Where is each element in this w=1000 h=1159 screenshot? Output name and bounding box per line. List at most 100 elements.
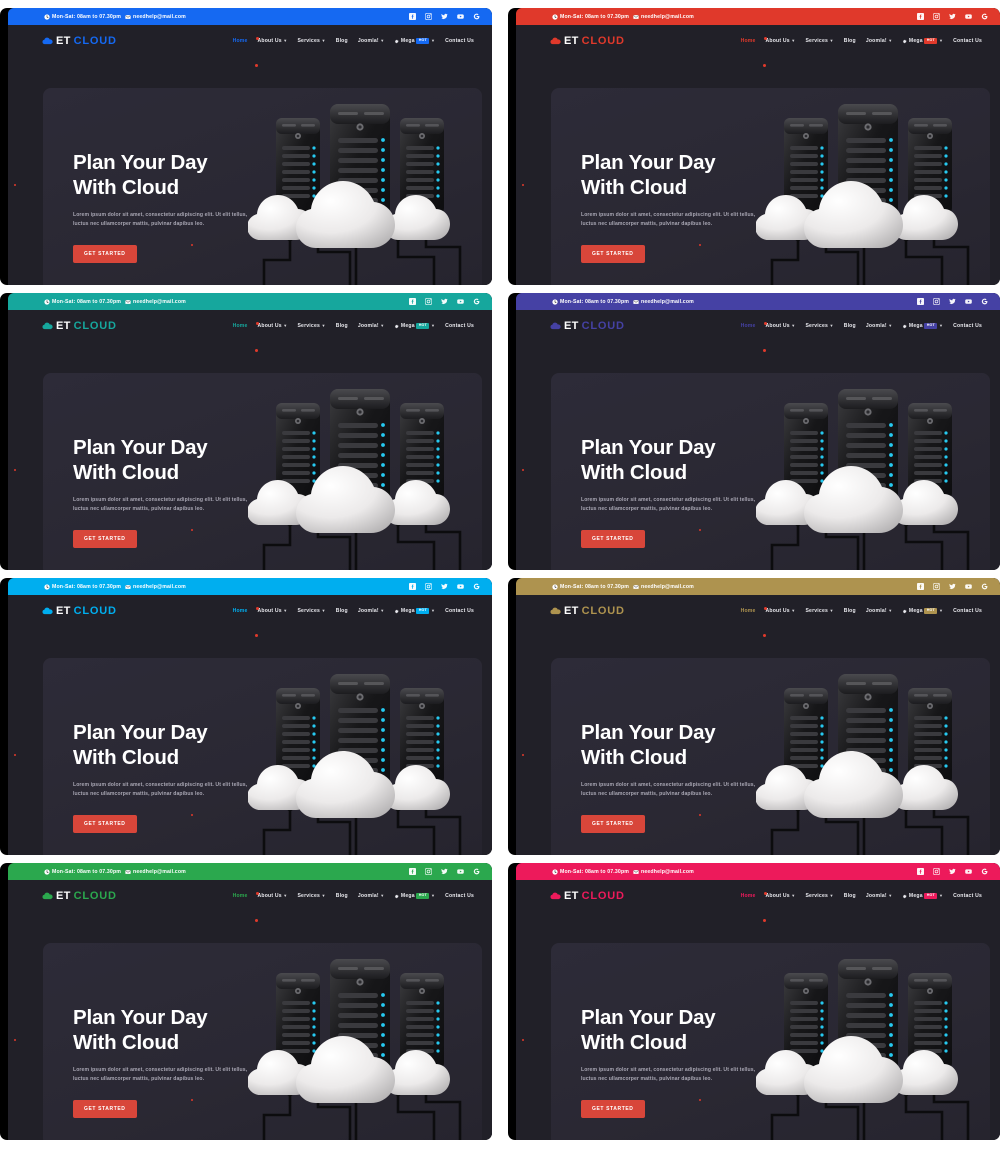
- youtube-icon[interactable]: [965, 583, 972, 590]
- nav-item-services[interactable]: Services ▼: [805, 608, 833, 614]
- google-icon[interactable]: [473, 298, 480, 305]
- contact-email[interactable]: needhelp@mail.com: [125, 584, 186, 590]
- twitter-icon[interactable]: [949, 298, 956, 305]
- google-icon[interactable]: [981, 868, 988, 875]
- get-started-button[interactable]: GET STARTED: [581, 244, 645, 263]
- nav-item-blog[interactable]: Blog: [844, 38, 856, 44]
- google-icon[interactable]: [981, 583, 988, 590]
- nav-item-joomla[interactable]: Joomla! ▼: [358, 893, 385, 899]
- contact-email[interactable]: needhelp@mail.com: [125, 14, 186, 20]
- nav-item-services[interactable]: Services ▼: [805, 38, 833, 44]
- youtube-icon[interactable]: [457, 298, 464, 305]
- instagram-icon[interactable]: [933, 298, 940, 305]
- nav-item-home[interactable]: Home: [233, 323, 248, 329]
- nav-item-services[interactable]: Services ▼: [297, 38, 325, 44]
- nav-item-services[interactable]: Services ▼: [805, 893, 833, 899]
- nav-item-contact-us[interactable]: Contact Us: [445, 893, 474, 899]
- google-icon[interactable]: [473, 13, 480, 20]
- nav-item-contact-us[interactable]: Contact Us: [953, 323, 982, 329]
- theme-preview-panel-pink[interactable]: Mon-Sat: 08am to 07.30pm needhelp@mail.c…: [508, 863, 1000, 1140]
- site-logo[interactable]: ET CLOUD: [550, 320, 625, 332]
- twitter-icon[interactable]: [949, 868, 956, 875]
- nav-item-joomla[interactable]: Joomla! ▼: [358, 323, 385, 329]
- facebook-icon[interactable]: [409, 298, 416, 305]
- nav-item-about-us[interactable]: About Us ▼: [766, 38, 796, 44]
- twitter-icon[interactable]: [441, 868, 448, 875]
- google-icon[interactable]: [473, 868, 480, 875]
- youtube-icon[interactable]: [965, 298, 972, 305]
- nav-item-contact-us[interactable]: Contact Us: [445, 323, 474, 329]
- instagram-icon[interactable]: [933, 13, 940, 20]
- nav-item-contact-us[interactable]: Contact Us: [445, 38, 474, 44]
- site-logo[interactable]: ET CLOUD: [550, 605, 625, 617]
- nav-item-services[interactable]: Services ▼: [805, 323, 833, 329]
- nav-item-services[interactable]: Services ▼: [297, 323, 325, 329]
- instagram-icon[interactable]: [933, 583, 940, 590]
- nav-item-blog[interactable]: Blog: [844, 323, 856, 329]
- nav-item-blog[interactable]: Blog: [336, 608, 348, 614]
- instagram-icon[interactable]: [425, 13, 432, 20]
- nav-item-mega[interactable]: Mega HOT ▼: [902, 323, 943, 329]
- theme-preview-panel-green[interactable]: Mon-Sat: 08am to 07.30pm needhelp@mail.c…: [0, 863, 492, 1140]
- nav-item-blog[interactable]: Blog: [336, 38, 348, 44]
- nav-item-services[interactable]: Services ▼: [297, 893, 325, 899]
- nav-item-contact-us[interactable]: Contact Us: [953, 608, 982, 614]
- get-started-button[interactable]: GET STARTED: [581, 529, 645, 548]
- facebook-icon[interactable]: [917, 583, 924, 590]
- nav-item-blog[interactable]: Blog: [336, 893, 348, 899]
- site-logo[interactable]: ET CLOUD: [42, 320, 117, 332]
- nav-item-home[interactable]: Home: [233, 608, 248, 614]
- nav-item-home[interactable]: Home: [233, 38, 248, 44]
- facebook-icon[interactable]: [409, 583, 416, 590]
- theme-preview-panel-purple[interactable]: Mon-Sat: 08am to 07.30pm needhelp@mail.c…: [508, 293, 1000, 570]
- site-logo[interactable]: ET CLOUD: [550, 890, 625, 902]
- theme-preview-panel-blue[interactable]: Mon-Sat: 08am to 07.30pm needhelp@mail.c…: [0, 8, 492, 285]
- youtube-icon[interactable]: [965, 868, 972, 875]
- facebook-icon[interactable]: [917, 13, 924, 20]
- contact-email[interactable]: needhelp@mail.com: [633, 299, 694, 305]
- nav-item-home[interactable]: Home: [741, 608, 756, 614]
- site-logo[interactable]: ET CLOUD: [42, 605, 117, 617]
- get-started-button[interactable]: GET STARTED: [581, 814, 645, 833]
- theme-preview-panel-red[interactable]: Mon-Sat: 08am to 07.30pm needhelp@mail.c…: [508, 8, 1000, 285]
- get-started-button[interactable]: GET STARTED: [73, 814, 137, 833]
- nav-item-home[interactable]: Home: [233, 893, 248, 899]
- instagram-icon[interactable]: [425, 298, 432, 305]
- nav-item-about-us[interactable]: About Us ▼: [258, 38, 288, 44]
- nav-item-mega[interactable]: Mega HOT ▼: [394, 608, 435, 614]
- nav-item-home[interactable]: Home: [741, 893, 756, 899]
- nav-item-mega[interactable]: Mega HOT ▼: [394, 38, 435, 44]
- site-logo[interactable]: ET CLOUD: [550, 35, 625, 47]
- nav-item-home[interactable]: Home: [741, 38, 756, 44]
- nav-item-mega[interactable]: Mega HOT ▼: [394, 893, 435, 899]
- nav-item-contact-us[interactable]: Contact Us: [445, 608, 474, 614]
- contact-email[interactable]: needhelp@mail.com: [633, 14, 694, 20]
- nav-item-blog[interactable]: Blog: [844, 608, 856, 614]
- nav-item-joomla[interactable]: Joomla! ▼: [866, 323, 893, 329]
- youtube-icon[interactable]: [965, 13, 972, 20]
- facebook-icon[interactable]: [917, 868, 924, 875]
- twitter-icon[interactable]: [441, 13, 448, 20]
- get-started-button[interactable]: GET STARTED: [581, 1099, 645, 1118]
- nav-item-contact-us[interactable]: Contact Us: [953, 38, 982, 44]
- nav-item-about-us[interactable]: About Us ▼: [258, 608, 288, 614]
- theme-preview-panel-skyblue[interactable]: Mon-Sat: 08am to 07.30pm needhelp@mail.c…: [0, 578, 492, 855]
- get-started-button[interactable]: GET STARTED: [73, 1099, 137, 1118]
- instagram-icon[interactable]: [425, 583, 432, 590]
- twitter-icon[interactable]: [949, 13, 956, 20]
- site-logo[interactable]: ET CLOUD: [42, 890, 117, 902]
- nav-item-about-us[interactable]: About Us ▼: [766, 893, 796, 899]
- youtube-icon[interactable]: [457, 13, 464, 20]
- nav-item-mega[interactable]: Mega HOT ▼: [394, 323, 435, 329]
- nav-item-mega[interactable]: Mega HOT ▼: [902, 893, 943, 899]
- twitter-icon[interactable]: [949, 583, 956, 590]
- twitter-icon[interactable]: [441, 298, 448, 305]
- nav-item-about-us[interactable]: About Us ▼: [258, 893, 288, 899]
- nav-item-about-us[interactable]: About Us ▼: [766, 608, 796, 614]
- nav-item-services[interactable]: Services ▼: [297, 608, 325, 614]
- youtube-icon[interactable]: [457, 583, 464, 590]
- contact-email[interactable]: needhelp@mail.com: [633, 584, 694, 590]
- nav-item-home[interactable]: Home: [741, 323, 756, 329]
- twitter-icon[interactable]: [441, 583, 448, 590]
- theme-preview-panel-teal[interactable]: Mon-Sat: 08am to 07.30pm needhelp@mail.c…: [0, 293, 492, 570]
